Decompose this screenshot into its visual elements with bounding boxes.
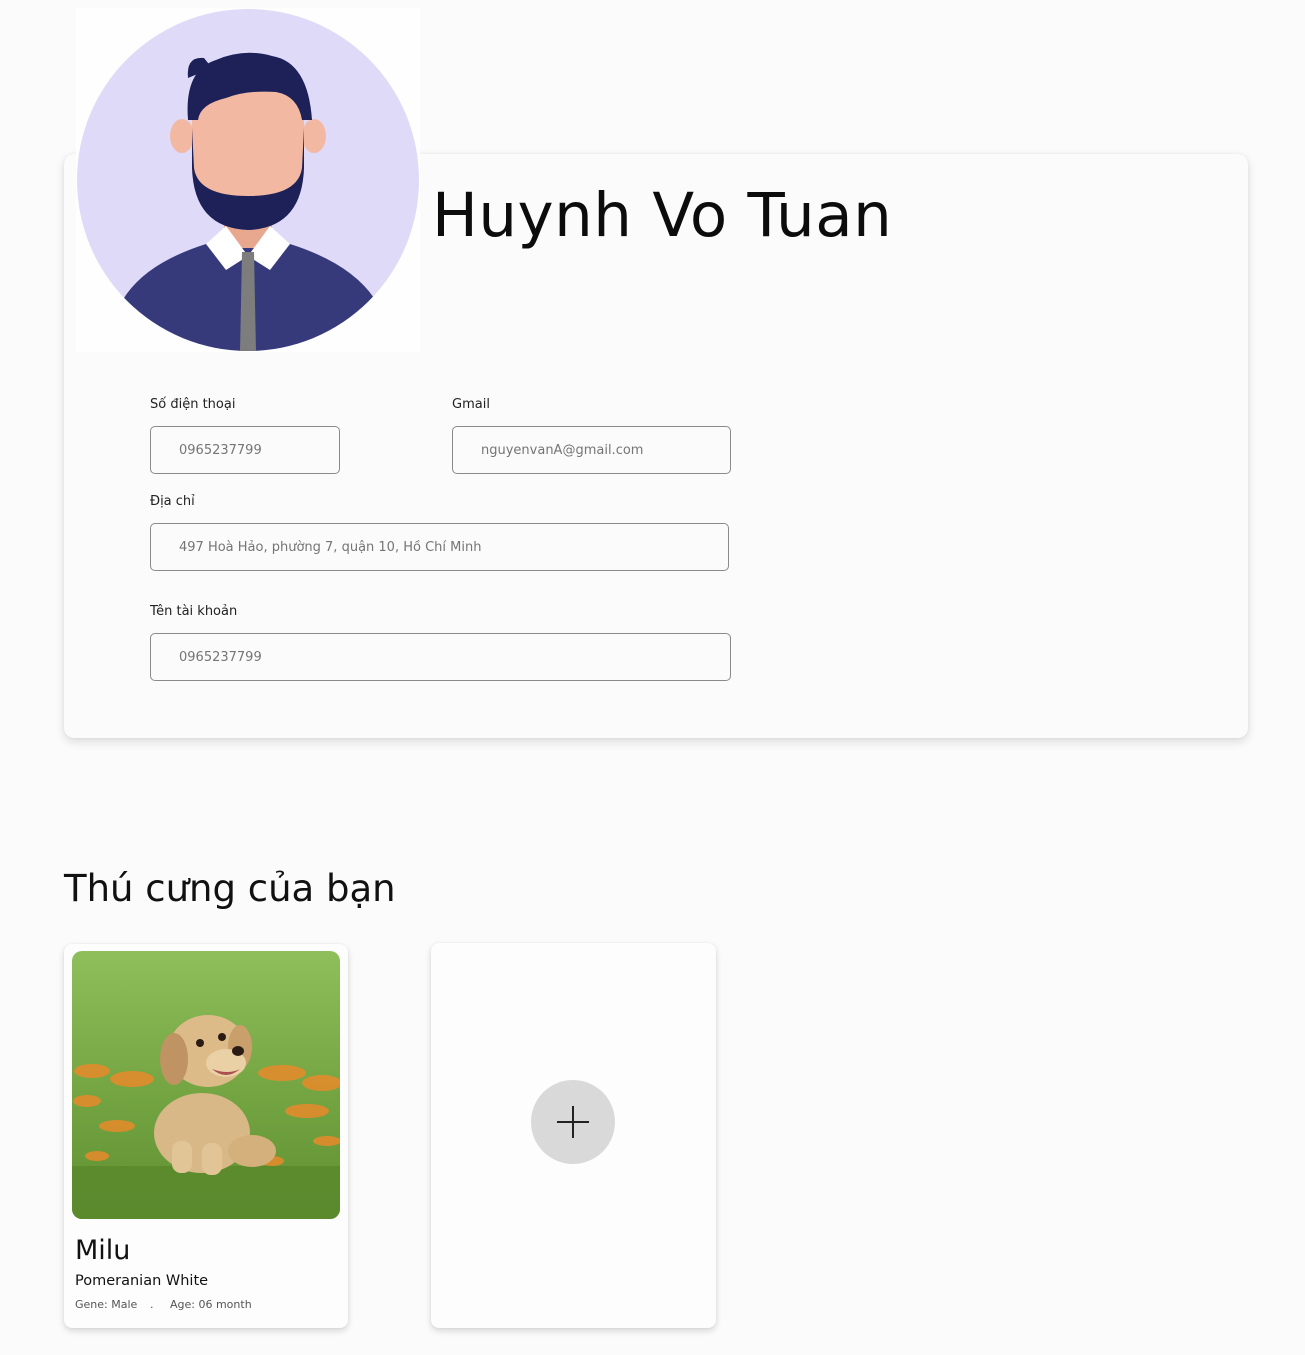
- gmail-label: Gmail: [452, 397, 490, 412]
- pet-breed: Pomeranian White: [75, 1273, 209, 1289]
- puppy-photo-icon: [72, 951, 340, 1219]
- pet-name: Milu: [75, 1235, 131, 1266]
- pet-photo: [72, 951, 340, 1219]
- phone-label: Số điện thoại: [150, 397, 236, 412]
- pet-age: Age: 06 month: [170, 1298, 252, 1311]
- account-input[interactable]: [150, 633, 731, 681]
- pet-meta-separator: .: [150, 1298, 154, 1311]
- gmail-input[interactable]: [452, 426, 731, 474]
- user-name: Huynh Vo Tuan: [432, 180, 893, 251]
- pet-gene: Gene: Male: [75, 1298, 138, 1311]
- address-label: Địa chỉ: [150, 494, 195, 509]
- user-avatar-icon: [77, 9, 419, 351]
- avatar[interactable]: [76, 8, 420, 352]
- plus-icon: [557, 1106, 589, 1138]
- pet-card[interactable]: Milu Pomeranian White Gene: Male . Age: …: [64, 944, 348, 1328]
- add-pet-button[interactable]: [531, 1080, 615, 1164]
- account-label: Tên tài khoản: [150, 604, 238, 619]
- pets-section-title: Thú cưng của bạn: [64, 867, 396, 910]
- add-pet-card[interactable]: [431, 943, 716, 1328]
- phone-input[interactable]: [150, 426, 340, 474]
- address-input[interactable]: [150, 523, 729, 571]
